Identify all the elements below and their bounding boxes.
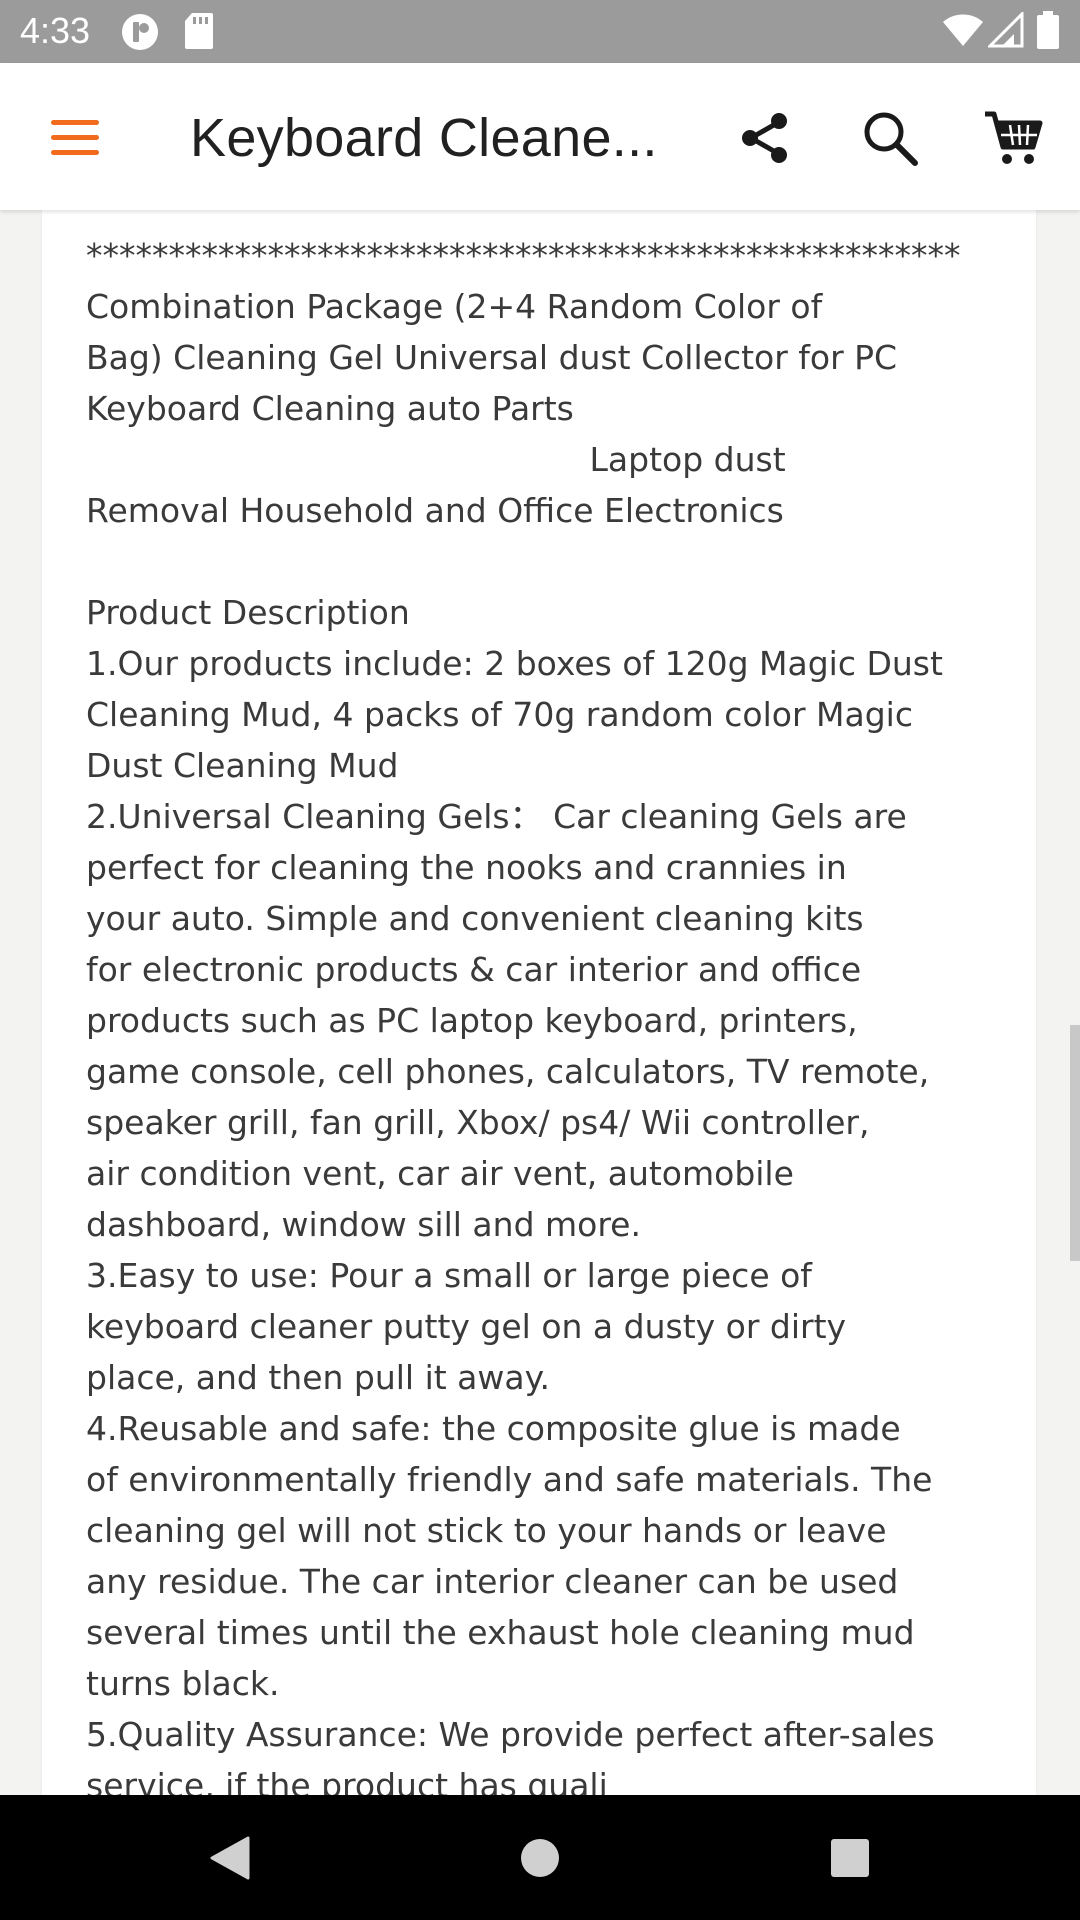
- text-line: speaker grill, fan grill, Xbox/ ps4/ Wii…: [86, 1103, 870, 1142]
- cart-button[interactable]: [968, 93, 1058, 183]
- product-description-scroll[interactable]: ****************************************…: [0, 210, 1080, 1795]
- text-line: your auto. Simple and convenient cleanin…: [86, 899, 864, 938]
- battery-icon: [1037, 11, 1059, 49]
- back-button[interactable]: [185, 1813, 275, 1903]
- separator-line: ****************************************…: [86, 236, 961, 275]
- text-line: dashboard, window sill and more.: [86, 1205, 641, 1244]
- share-icon: [742, 113, 787, 163]
- recents-button[interactable]: [805, 1813, 895, 1903]
- sd-card-icon: [185, 13, 213, 49]
- text-line: service, if the product has quali: [86, 1766, 608, 1795]
- system-nav-bar: [0, 1795, 1080, 1920]
- text-line: products such as PC laptop keyboard, pri…: [86, 1001, 858, 1040]
- text-line: 2.Universal Cleaning Gels： Car cleaning …: [86, 797, 907, 836]
- recents-icon: [831, 1839, 869, 1877]
- text-line: Dust Cleaning Mud: [86, 746, 399, 785]
- text-line: game console, cell phones, calculators, …: [86, 1052, 930, 1091]
- home-button[interactable]: [495, 1813, 585, 1903]
- text-line: 5.Quality Assurance: We provide perfect …: [86, 1715, 935, 1754]
- text-line: place, and then pull it away.: [86, 1358, 550, 1397]
- text-line: Combination Package (2+4 Random Color of: [86, 287, 823, 326]
- status-bar: 4:33: [0, 0, 1080, 63]
- text-line: Bag) Cleaning Gel Universal dust Collect…: [86, 338, 898, 377]
- text-line: for electronic products & car interior a…: [86, 950, 862, 989]
- page-title: Keyboard Cleane...: [190, 108, 658, 168]
- text-line: Cleaning Mud, 4 packs of 70g random colo…: [86, 695, 913, 734]
- section-heading: Product Description: [86, 593, 410, 632]
- text-line: of environmentally friendly and safe mat…: [86, 1460, 933, 1499]
- text-line: 4.Reusable and safe: the composite glue …: [86, 1409, 901, 1448]
- search-button[interactable]: [845, 93, 935, 183]
- app-bar: Keyboard Cleane...: [0, 63, 1080, 210]
- text-line: air condition vent, car air vent, automo…: [86, 1154, 794, 1193]
- search-icon: [864, 112, 918, 166]
- cart-icon: [985, 111, 1043, 164]
- signal-icon: [988, 12, 1024, 48]
- text-line: Laptop dust: [86, 440, 786, 479]
- text-line: Removal Household and Office Electronics: [86, 491, 784, 530]
- text-line: Keyboard Cleaning auto Parts: [86, 389, 574, 428]
- notification-app-icon: [122, 14, 158, 50]
- product-description-text: ****************************************…: [86, 230, 1006, 1795]
- home-icon: [521, 1839, 559, 1877]
- text-line: 1.Our products include: 2 boxes of 120g …: [86, 644, 943, 683]
- text-line: cleaning gel will not stick to your hand…: [86, 1511, 887, 1550]
- text-line: keyboard cleaner putty gel on a dusty or…: [86, 1307, 847, 1346]
- back-icon: [210, 1836, 250, 1880]
- text-line: turns black.: [86, 1664, 280, 1703]
- text-line: any residue. The car interior cleaner ca…: [86, 1562, 899, 1601]
- status-time: 4:33: [20, 10, 91, 51]
- menu-button[interactable]: [30, 93, 120, 183]
- menu-icon: [51, 120, 99, 155]
- share-button[interactable]: [720, 93, 810, 183]
- scrollbar-thumb[interactable]: [1070, 1025, 1080, 1261]
- text-line: perfect for cleaning the nooks and crann…: [86, 848, 847, 887]
- text-line: 3.Easy to use: Pour a small or large pie…: [86, 1256, 812, 1295]
- text-line: several times until the exhaust hole cle…: [86, 1613, 915, 1652]
- wifi-icon: [943, 14, 983, 46]
